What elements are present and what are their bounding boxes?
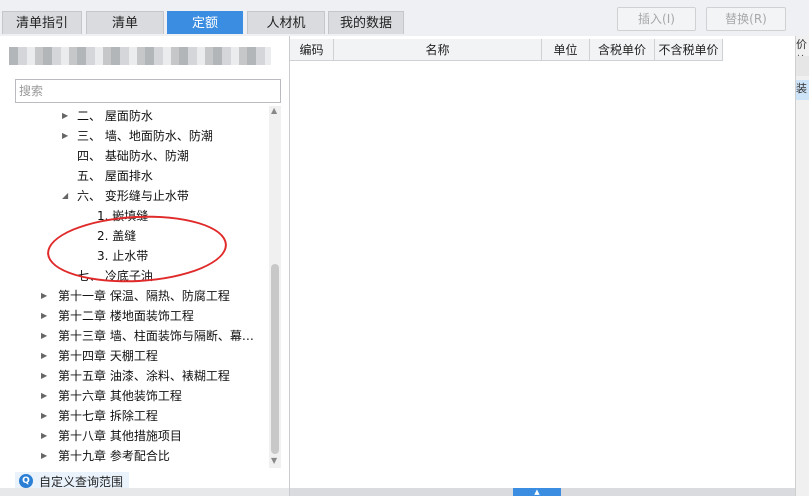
tree-node[interactable]: 四、 基础防水、防潮 bbox=[77, 146, 189, 166]
col-header-price-notax[interactable]: 不含税单价 bbox=[655, 39, 723, 61]
quota-table: 编码 名称 单位 含税单价 不含税单价 bbox=[290, 36, 795, 496]
quota-tree: ▶ 二、 屋面防水 ▶ 三、 墙、地面防水、防潮 四、 基础防水、防潮 五、 屋… bbox=[0, 106, 268, 468]
expand-arrow-icon[interactable]: ▶ bbox=[41, 326, 47, 346]
expand-arrow-icon[interactable]: ▶ bbox=[41, 386, 47, 406]
right-panel-row bbox=[796, 56, 809, 76]
tab-my-data[interactable]: 我的数据 bbox=[328, 11, 404, 34]
blurred-library-selector[interactable] bbox=[9, 47, 271, 65]
tab-guide[interactable]: 清单指引 bbox=[2, 11, 82, 34]
tab-materials[interactable]: 人材机 bbox=[247, 11, 325, 34]
insert-button[interactable]: 插入(I) bbox=[617, 7, 696, 31]
col-header-name[interactable]: 名称 bbox=[334, 39, 542, 61]
right-panel-selected-row[interactable]: 装 bbox=[796, 80, 809, 100]
scrollbar-thumb[interactable] bbox=[271, 264, 279, 454]
expand-arrow-icon[interactable]: ▶ bbox=[41, 366, 47, 386]
col-header-unit[interactable]: 单位 bbox=[542, 39, 590, 61]
expand-arrow-icon[interactable]: ▶ bbox=[41, 426, 47, 446]
right-panel-header: 价格 bbox=[796, 38, 807, 56]
right-panel-edge: 价格 装 bbox=[795, 36, 809, 496]
quota-tree-panel: 搜索 ▶ 二、 屋面防水 ▶ 三、 墙、地面防水、防潮 四、 基础防水、防潮 五… bbox=[0, 36, 290, 496]
collapse-arrow-icon[interactable]: ◢ bbox=[62, 186, 68, 206]
expand-arrow-icon[interactable]: ▶ bbox=[41, 406, 47, 426]
tree-scrollbar[interactable]: ▲ ▼ bbox=[269, 106, 281, 468]
expand-arrow-icon[interactable]: ▶ bbox=[41, 306, 47, 326]
tree-node[interactable]: 五、 屋面排水 bbox=[77, 166, 153, 186]
scroll-up-icon[interactable]: ▲ bbox=[271, 106, 277, 115]
expand-arrow-icon[interactable]: ▶ bbox=[62, 126, 68, 146]
expand-arrow-icon[interactable]: ▶ bbox=[41, 286, 47, 306]
search-input[interactable]: 搜索 bbox=[15, 79, 281, 103]
expand-arrow-icon[interactable]: ▶ bbox=[62, 106, 68, 126]
search-icon: Q bbox=[19, 474, 33, 488]
col-header-code[interactable]: 编码 bbox=[290, 39, 334, 61]
replace-button[interactable]: 替换(R) bbox=[706, 7, 786, 31]
expand-arrow-icon[interactable]: ▶ bbox=[41, 446, 47, 466]
tab-bill[interactable]: 清单 bbox=[86, 11, 164, 34]
splitter-handle-icon[interactable]: ▲ bbox=[513, 488, 561, 496]
splitter-bar[interactable]: ▲ bbox=[290, 488, 795, 496]
expand-arrow-icon[interactable]: ▶ bbox=[41, 346, 47, 366]
col-header-price-tax[interactable]: 含税单价 bbox=[590, 39, 655, 61]
tab-bar: 清单指引 清单 定额 人材机 我的数据 插入(I) 替换(R) bbox=[0, 0, 809, 36]
scroll-down-icon[interactable]: ▼ bbox=[271, 456, 277, 465]
tab-quota[interactable]: 定额 bbox=[167, 11, 243, 34]
left-bottom-bar bbox=[0, 488, 289, 496]
